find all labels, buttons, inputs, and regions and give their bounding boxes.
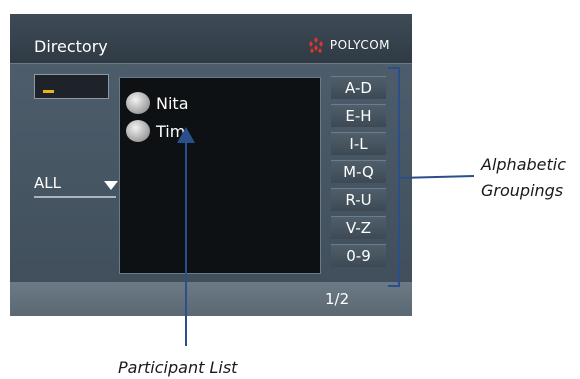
- arrow-up-icon: [177, 127, 195, 143]
- annotation-participant-list: Participant List: [118, 358, 238, 377]
- annotation-groupings-line1: Alphabetic: [481, 155, 567, 174]
- annotation-groupings-line2: Groupings: [481, 181, 564, 200]
- groupings-leader-line: [398, 175, 475, 179]
- groupings-bracket: [388, 67, 400, 287]
